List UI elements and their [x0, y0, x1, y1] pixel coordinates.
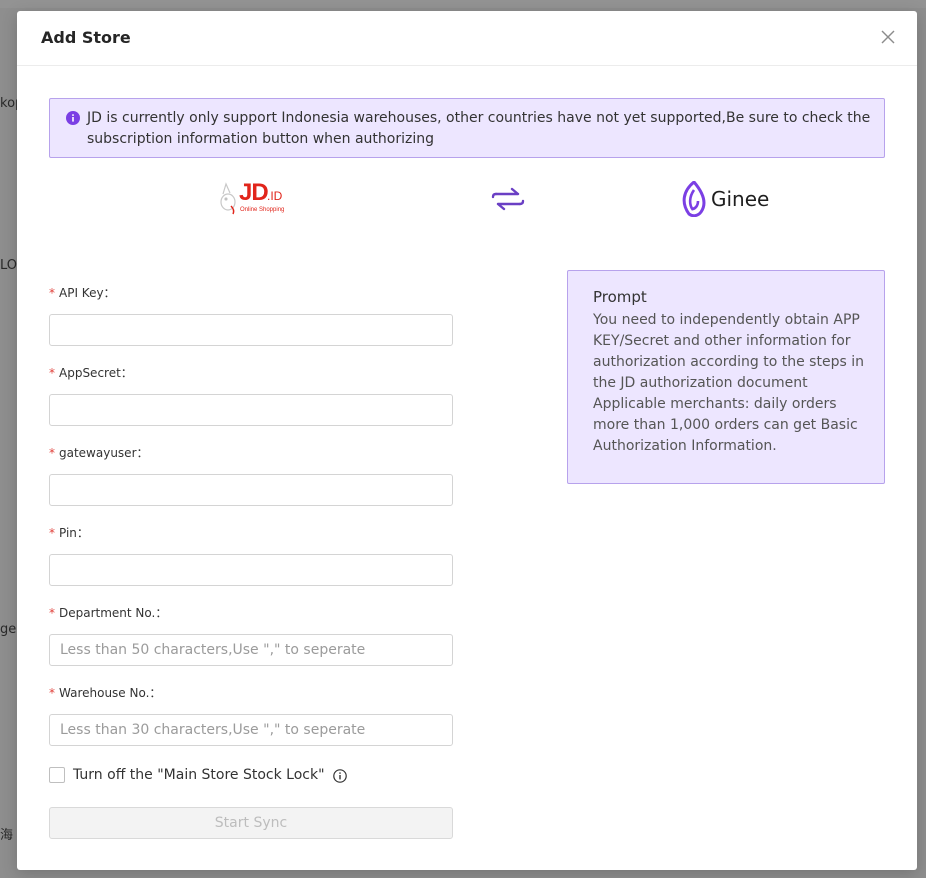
notice-banner: JD is currently only support Indonesia w…: [49, 98, 885, 158]
start-sync-button[interactable]: Start Sync: [49, 807, 453, 839]
api-key-label: * API Key：: [49, 284, 116, 301]
info-outline-icon[interactable]: [332, 768, 347, 783]
required-mark: *: [49, 366, 55, 380]
close-icon[interactable]: [879, 28, 897, 46]
department-no-label: * Department No.：: [49, 604, 167, 621]
gatewayuser-input[interactable]: [49, 474, 453, 506]
background-fragment: LO: [0, 258, 18, 273]
notice-text: JD is currently only support Indonesia w…: [87, 110, 871, 147]
required-mark: *: [49, 286, 55, 300]
ginee-logo: Ginee: [681, 179, 769, 219]
stock-lock-checkbox-label: Turn off the "Main Store Stock Lock": [73, 767, 325, 783]
app-secret-input[interactable]: [49, 394, 453, 426]
jd-logo: JD .ID Online Shopping: [217, 179, 289, 216]
stock-lock-checkbox-row[interactable]: Turn off the "Main Store Stock Lock": [49, 767, 347, 783]
required-mark: *: [49, 606, 55, 620]
background-fragment: 海: [0, 828, 14, 843]
pin-label: * Pin：: [49, 524, 89, 541]
department-no-label-text: Department No.：: [59, 606, 168, 620]
ginee-logo-text: Ginee: [711, 187, 770, 211]
prompt-box: Prompt You need to independently obtain …: [567, 270, 885, 484]
department-no-input[interactable]: [49, 634, 453, 666]
api-key-input[interactable]: [49, 314, 453, 346]
prompt-text: You need to independently obtain APP KEY…: [593, 312, 864, 454]
pin-input[interactable]: [49, 554, 453, 586]
stock-lock-checkbox[interactable]: [49, 767, 65, 783]
required-mark: *: [49, 526, 55, 540]
background-fragment: ge: [0, 622, 17, 637]
required-mark: *: [49, 686, 55, 700]
info-filled-icon: [66, 111, 80, 125]
pin-label-text: Pin：: [59, 526, 89, 540]
app-secret-label-text: AppSecret：: [59, 366, 133, 380]
ginee-leaf-icon: [682, 181, 706, 217]
modal-header: Add Store: [17, 11, 917, 66]
warehouse-no-label-text: Warehouse No.：: [59, 686, 162, 700]
app-secret-label: * AppSecret：: [49, 364, 133, 381]
gatewayuser-label-text: gatewayuser：: [59, 446, 149, 460]
api-key-label-text: API Key：: [59, 286, 116, 300]
required-mark: *: [49, 446, 55, 460]
sync-arrows-icon: [491, 187, 525, 211]
add-store-modal: Add Store JD is currently only support I…: [17, 11, 917, 870]
gatewayuser-label: * gatewayuser：: [49, 444, 149, 461]
warehouse-no-label: * Warehouse No.：: [49, 684, 161, 701]
prompt-title: Prompt: [593, 288, 647, 306]
background-header: [0, 0, 926, 8]
jd-logo-suffix: .ID: [267, 189, 283, 203]
jd-logo-text: JD: [239, 179, 269, 206]
modal-title: Add Store: [41, 28, 131, 47]
jd-logo-tagline: Online Shopping: [240, 207, 285, 213]
warehouse-no-input[interactable]: [49, 714, 453, 746]
